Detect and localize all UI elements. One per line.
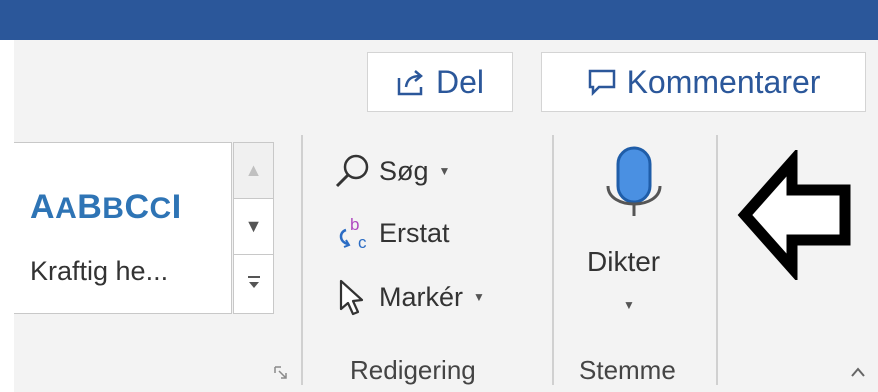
style-preview-text[interactable]: AABBCCI: [30, 188, 230, 227]
cursor-icon: [333, 278, 373, 316]
replace-label: Erstat: [379, 217, 450, 248]
editing-group-label: Redigering: [350, 355, 476, 385]
share-icon: [396, 67, 426, 97]
styles-dialog-launcher-icon[interactable]: [274, 366, 288, 383]
search-icon: [333, 152, 373, 190]
dictate-label[interactable]: Dikter: [587, 246, 660, 278]
find-button[interactable]: Søg ▼: [333, 152, 450, 190]
comments-button[interactable]: Kommentarer: [541, 52, 866, 112]
gallery-expand-icon: [247, 276, 260, 288]
voice-group-label: Stemme: [579, 355, 676, 385]
group-separator: [301, 135, 303, 385]
styles-gallery[interactable]: [14, 142, 232, 314]
svg-text:b: b: [350, 215, 359, 234]
collapse-ribbon-icon[interactable]: [850, 362, 866, 383]
select-button[interactable]: Markér ▼: [333, 278, 485, 316]
gallery-more-button[interactable]: [234, 255, 273, 311]
title-bar: [0, 0, 878, 40]
gallery-scroller: ▲ ▼: [233, 142, 274, 314]
microphone-icon[interactable]: [602, 144, 666, 229]
svg-text:c: c: [358, 233, 367, 252]
style-name-label: Kraftig he...: [30, 256, 169, 286]
ribbon-left-edge: [0, 40, 14, 392]
chevron-down-icon[interactable]: ▼: [473, 290, 485, 304]
find-label: Søg: [379, 155, 429, 186]
select-label: Markér: [379, 281, 464, 312]
replace-icon: bc: [333, 214, 373, 252]
comment-icon: [587, 67, 617, 97]
group-separator: [716, 135, 718, 385]
left-arrow-icon: [737, 147, 857, 285]
chevron-down-icon[interactable]: ▼: [623, 298, 635, 312]
comments-label: Kommentarer: [626, 63, 821, 100]
share-label: Del: [435, 63, 484, 100]
gallery-scroll-up-button[interactable]: ▲: [234, 143, 273, 199]
replace-button[interactable]: bc Erstat: [333, 214, 450, 252]
gallery-scroll-down-button[interactable]: ▼: [234, 199, 273, 255]
group-separator: [552, 135, 554, 385]
share-button[interactable]: Del: [367, 52, 513, 112]
chevron-down-icon[interactable]: ▼: [439, 164, 451, 178]
